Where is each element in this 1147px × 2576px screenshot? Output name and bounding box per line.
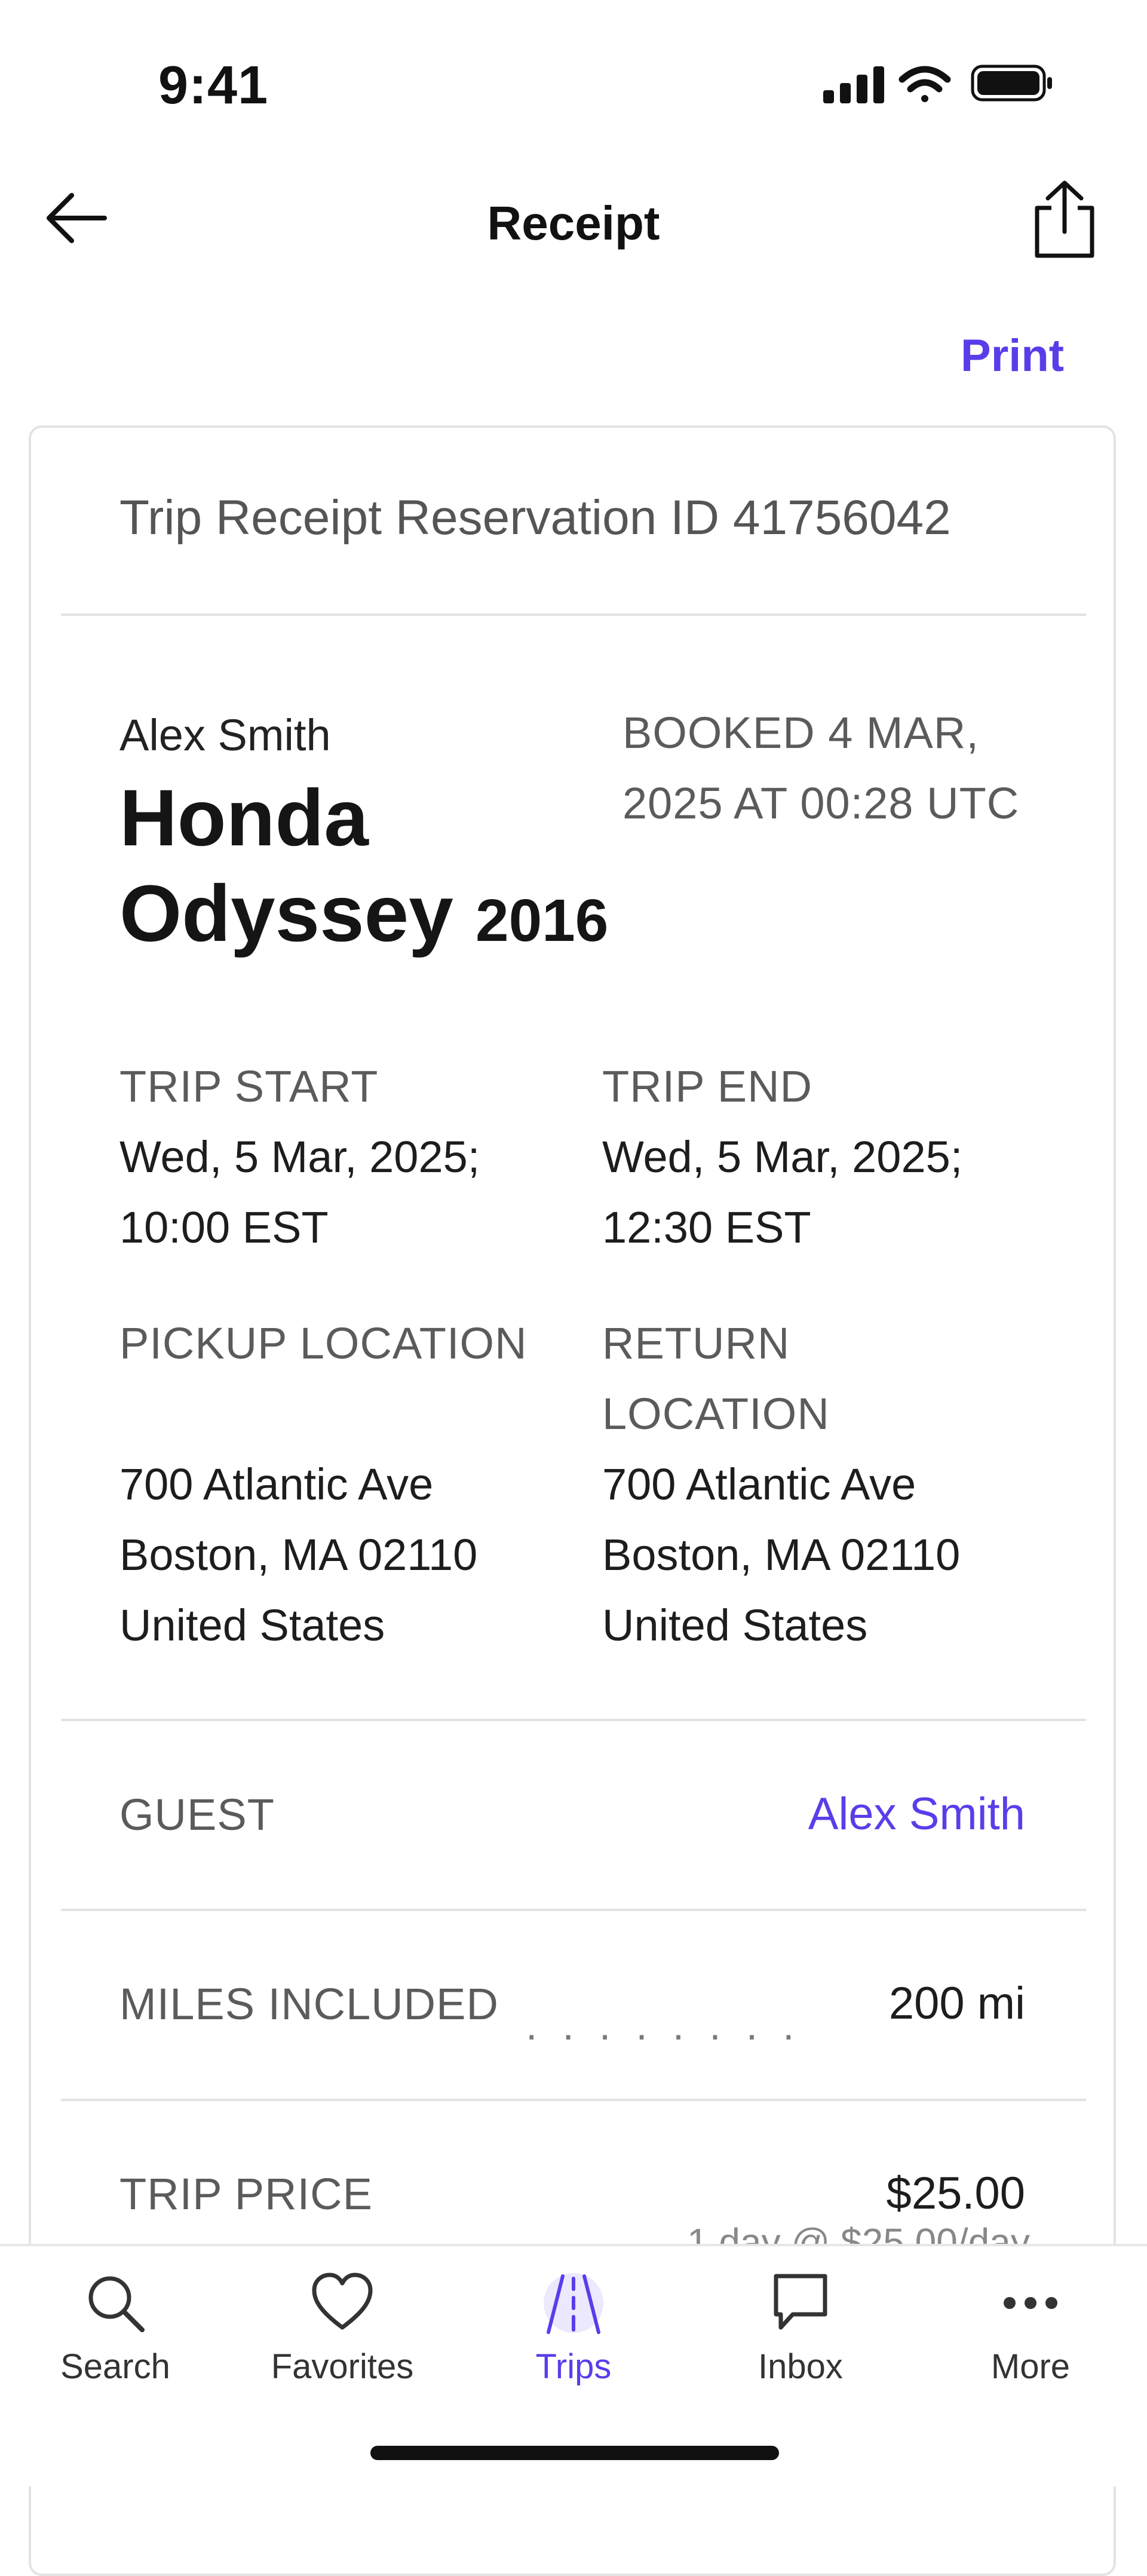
tab-label: Trips — [535, 2347, 612, 2386]
miles-included-label: MILES INCLUDED — [119, 1979, 499, 2029]
divider — [61, 614, 1086, 616]
trip-start-value: Wed, 5 Mar, 2025; 10:00 EST — [119, 1132, 480, 1252]
wifi-icon — [898, 66, 951, 102]
divider — [61, 2099, 1086, 2101]
status-icons — [823, 65, 1052, 103]
trip-end-value: Wed, 5 Mar, 2025; 12:30 EST — [602, 1132, 963, 1252]
tab-search[interactable]: Search — [17, 2258, 214, 2402]
pickup-location-label: PICKUP LOCATION — [119, 1318, 528, 1368]
status-time: 9:41 — [158, 56, 269, 115]
divider — [61, 1719, 1086, 1721]
more-dots-icon — [1004, 2297, 1057, 2309]
car-title: Honda Odyssey 2016 — [119, 771, 633, 968]
tab-label: Favorites — [271, 2347, 414, 2386]
search-icon — [88, 2276, 145, 2332]
tab-favorites[interactable]: Favorites — [244, 2258, 441, 2402]
tab-inbox[interactable]: Inbox — [702, 2258, 899, 2402]
car-year: 2016 — [475, 887, 609, 954]
return-location-label: RETURN LOCATION — [602, 1318, 830, 1439]
trip-end-label: TRIP END — [602, 1062, 813, 1111]
cellular-signal-icon — [823, 66, 884, 103]
return-address-line1: 700 Atlantic Ave — [602, 1459, 916, 1509]
tab-more[interactable]: More — [932, 2258, 1129, 2402]
share-icon[interactable] — [1028, 179, 1102, 260]
return-address-line3: United States — [602, 1600, 868, 1650]
leader-dots: ........ — [526, 2002, 820, 2048]
chat-bubble-icon — [774, 2274, 827, 2330]
tab-trips[interactable]: Trips — [475, 2258, 672, 2402]
heart-icon — [312, 2273, 373, 2330]
pickup-address-line1: 700 Atlantic Ave — [119, 1459, 434, 1509]
tab-label: Inbox — [758, 2347, 843, 2386]
home-indicator — [370, 2446, 779, 2460]
return-address-line2: Boston, MA 02110 — [602, 1530, 961, 1580]
print-button[interactable]: Print — [961, 330, 1064, 382]
divider — [61, 1909, 1086, 1911]
booked-date: BOOKED 4 MAR, 2025 AT 00:28 UTC — [622, 708, 1020, 828]
page-title: Receipt — [487, 197, 660, 250]
trips-road-icon — [544, 2273, 603, 2334]
owner-name: Alex Smith — [119, 710, 331, 760]
battery-icon — [971, 65, 1052, 102]
pickup-address-line2: Boston, MA 02110 — [119, 1530, 478, 1580]
trip-start-label: TRIP START — [119, 1062, 379, 1111]
guest-name-link[interactable]: Alex Smith — [808, 1788, 1025, 1840]
guest-label: GUEST — [119, 1790, 275, 1839]
tab-label: More — [990, 2347, 1071, 2386]
miles-included-value: 200 mi — [888, 1978, 1025, 2029]
tab-label: Search — [60, 2347, 170, 2386]
trip-price-value: $25.00 — [886, 2168, 1025, 2219]
pickup-address-line3: United States — [119, 1600, 385, 1650]
car-name: Honda Odyssey — [119, 774, 453, 958]
receipt-heading: Trip Receipt Reservation ID 41756042 — [119, 490, 951, 545]
trip-price-label: TRIP PRICE — [119, 2169, 373, 2219]
